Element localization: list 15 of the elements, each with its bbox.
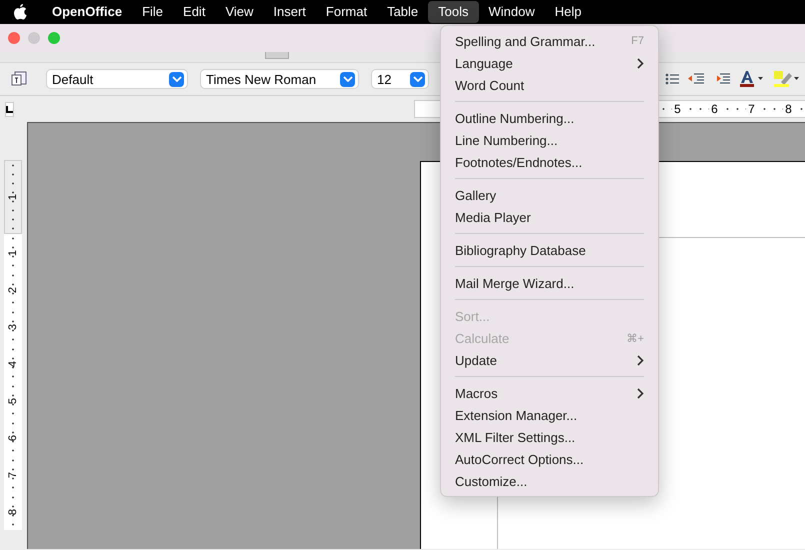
ruler-number: 7 <box>746 102 757 116</box>
ruler-number: 8 <box>783 102 794 116</box>
shortcut-label: ⌘+ <box>626 332 644 344</box>
ruler-number: 4 <box>7 360 19 367</box>
ruler-number: 1 <box>7 194 19 200</box>
shortcut-label: F7 <box>631 35 644 47</box>
ruler-number: 5 <box>672 102 683 116</box>
ruler-number: 5 <box>7 397 19 404</box>
ruler-number: 8 <box>7 508 19 515</box>
ruler-number: 1 <box>7 249 19 256</box>
ruler-number: 6 <box>709 102 720 116</box>
ruler-number: 7 <box>7 471 19 478</box>
ruler-number: 6 <box>7 434 19 441</box>
ruler-number: 2 <box>7 286 19 293</box>
ruler-number: 3 <box>7 323 19 330</box>
